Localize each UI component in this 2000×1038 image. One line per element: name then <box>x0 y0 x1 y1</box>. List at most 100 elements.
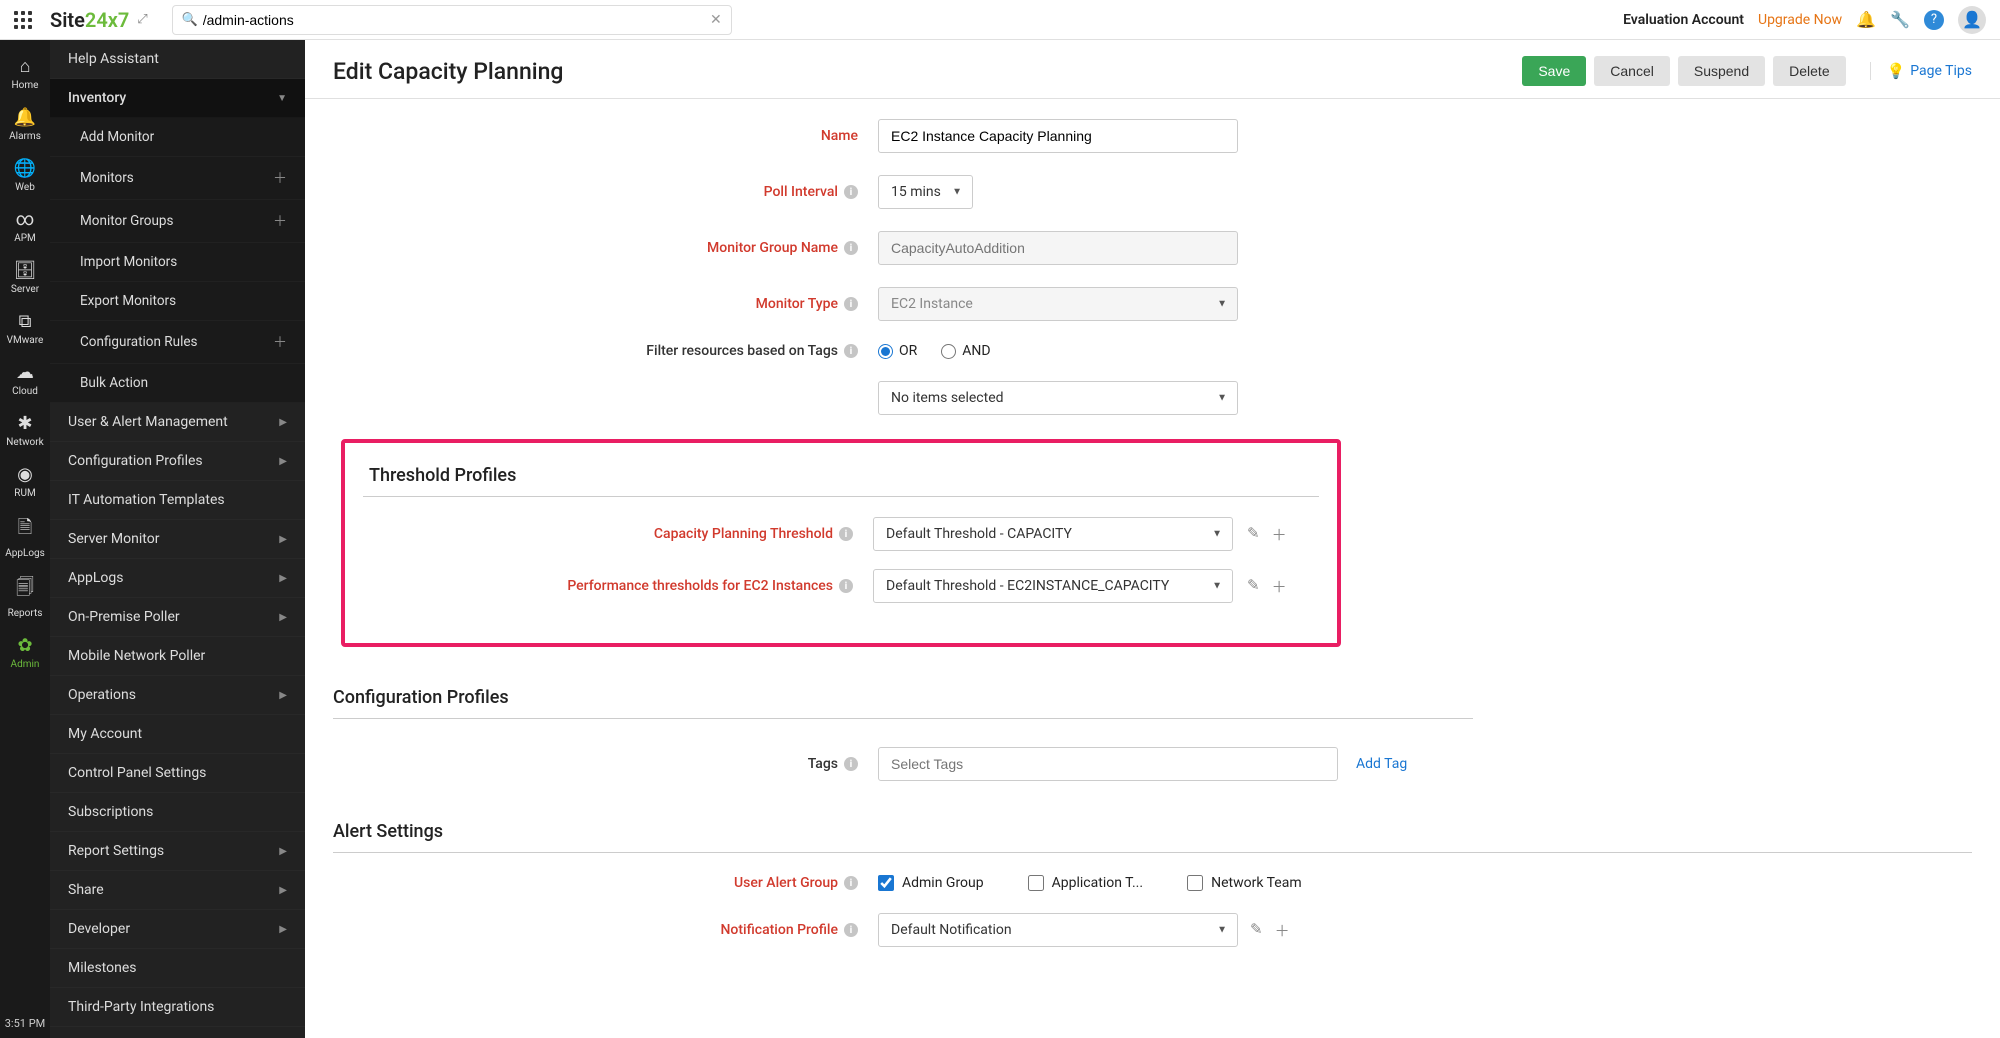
sidebar-item-applogs[interactable]: AppLogs▶ <box>50 559 305 598</box>
delete-button[interactable]: Delete <box>1773 56 1845 86</box>
sidebar-item-monitor-groups[interactable]: Monitor Groups＋ <box>50 200 305 243</box>
rail-item-admin[interactable]: ✿Admin <box>0 627 50 678</box>
capacity-threshold-select[interactable]: Default Threshold - CAPACITY▼ <box>873 517 1233 551</box>
monitor-type-label: Monitor Type i <box>333 296 878 312</box>
sidebar-item-mobile-network-poller[interactable]: Mobile Network Poller <box>50 637 305 676</box>
rail-item-alarms[interactable]: 🔔Alarms <box>0 99 50 150</box>
search-input[interactable] <box>172 5 732 35</box>
chevron-right-icon: ▶ <box>279 456 287 467</box>
network-team-checkbox[interactable]: Network Team <box>1187 875 1302 891</box>
help-icon[interactable]: ? <box>1924 10 1944 30</box>
name-input[interactable] <box>878 119 1238 153</box>
avatar[interactable]: 👤 <box>1958 6 1986 34</box>
plus-icon[interactable]: ＋ <box>1275 920 1290 941</box>
sidebar-item-control-panel-settings[interactable]: Control Panel Settings <box>50 754 305 793</box>
sidebar-item-inventory[interactable]: Inventory▼ <box>50 79 305 118</box>
global-search: 🔍 ✕ <box>172 5 732 35</box>
rail-item-server[interactable]: 🗄Server <box>0 252 50 303</box>
tags-input[interactable] <box>878 747 1338 781</box>
chevron-down-icon: ▼ <box>1212 581 1222 592</box>
info-icon[interactable]: i <box>844 757 858 771</box>
performance-threshold-select[interactable]: Default Threshold - EC2INSTANCE_CAPACITY… <box>873 569 1233 603</box>
sidebar-item-bulk-action[interactable]: Bulk Action <box>50 364 305 403</box>
filter-and-radio[interactable]: AND <box>941 343 990 359</box>
plus-icon[interactable]: ＋ <box>273 168 287 188</box>
notification-icon[interactable]: 🔔 <box>1856 10 1876 29</box>
sidebar-item-configuration-rules[interactable]: Configuration Rules＋ <box>50 321 305 364</box>
info-icon[interactable]: i <box>844 185 858 199</box>
suspend-button[interactable]: Suspend <box>1678 56 1765 86</box>
rail-item-applogs[interactable]: 🗎AppLogs <box>0 507 50 567</box>
sidebar-item-add-monitor[interactable]: Add Monitor <box>50 118 305 157</box>
info-icon[interactable]: i <box>844 344 858 358</box>
sidebar-item-import-monitors[interactable]: Import Monitors <box>50 243 305 282</box>
sidebar-item-configuration-profiles[interactable]: Configuration Profiles▶ <box>50 442 305 481</box>
sidebar-item-help-assistant[interactable]: Help Assistant <box>50 40 305 79</box>
upgrade-link[interactable]: Upgrade Now <box>1758 12 1842 28</box>
wrench-icon[interactable]: 🔧 <box>1890 10 1910 29</box>
sidebar-item-my-account[interactable]: My Account <box>50 715 305 754</box>
chevron-down-icon: ▼ <box>1217 299 1227 310</box>
plus-icon[interactable]: ＋ <box>273 332 287 352</box>
page-tips[interactable]: 💡 Page Tips <box>1870 62 1972 80</box>
rail-item-rum[interactable]: ◉RUM <box>0 456 50 507</box>
alert-settings-title: Alert Settings <box>333 821 1972 852</box>
sidebar-item-developer[interactable]: Developer ▶ <box>50 910 305 949</box>
rum-icon: ◉ <box>17 464 33 485</box>
info-icon[interactable]: i <box>844 876 858 890</box>
sidebar-item-label: Help Assistant <box>68 51 159 67</box>
clear-search-icon[interactable]: ✕ <box>710 12 722 28</box>
sidebar-item-report-settings[interactable]: Report Settings▶ <box>50 832 305 871</box>
sidebar-item-label: User & Alert Management <box>68 414 228 430</box>
info-icon[interactable]: i <box>844 923 858 937</box>
filter-or-radio[interactable]: OR <box>878 343 917 359</box>
logo[interactable]: Site24x7 <box>50 8 129 32</box>
page-tips-label: Page Tips <box>1910 63 1972 79</box>
info-icon[interactable]: i <box>839 527 853 541</box>
rail-label: Reports <box>8 608 43 619</box>
plus-icon[interactable]: ＋ <box>273 211 287 231</box>
rail-item-vmware[interactable]: ⧉VMware <box>0 303 50 354</box>
sidebar-item-user-alert-management[interactable]: User & Alert Management▶ <box>50 403 305 442</box>
notification-profile-select[interactable]: Default Notification▼ <box>878 913 1238 947</box>
sidebar-item-operations[interactable]: Operations▶ <box>50 676 305 715</box>
info-icon[interactable]: i <box>839 579 853 593</box>
rail-item-network[interactable]: ✱Network <box>0 405 50 456</box>
info-icon[interactable]: i <box>844 297 858 311</box>
save-button[interactable]: Save <box>1522 56 1586 86</box>
sidebar-item-share[interactable]: Share▶ <box>50 871 305 910</box>
expand-icon[interactable]: ⤢ <box>137 12 147 27</box>
plus-icon[interactable]: ＋ <box>1272 576 1287 597</box>
cancel-button[interactable]: Cancel <box>1594 56 1670 86</box>
network-icon: ✱ <box>17 413 32 434</box>
sidebar-item-on-premise-poller[interactable]: On-Premise Poller▶ <box>50 598 305 637</box>
tags-filter-select[interactable]: No items selected▼ <box>878 381 1238 415</box>
sidebar-item-it-automation-templates[interactable]: IT Automation Templates <box>50 481 305 520</box>
rail-item-home[interactable]: ⌂Home <box>0 48 50 99</box>
edit-icon[interactable]: ✎ <box>1250 920 1263 941</box>
admin-group-checkbox[interactable]: Admin Group <box>878 875 984 891</box>
sidebar-item-server-monitor[interactable]: Server Monitor▶ <box>50 520 305 559</box>
rail-item-reports[interactable]: 🗐Reports <box>0 567 50 627</box>
sidebar-item-third-party-integrations[interactable]: Third-Party Integrations <box>50 988 305 1027</box>
sidebar-item-milestones[interactable]: Milestones <box>50 949 305 988</box>
sidebar-item-export-monitors[interactable]: Export Monitors <box>50 282 305 321</box>
sidebar-item-monitors[interactable]: Monitors ＋ <box>50 157 305 200</box>
rail-item-apm[interactable]: ∞APM <box>0 201 50 252</box>
poll-interval-select[interactable]: 15 mins▼ <box>878 175 973 209</box>
plus-icon[interactable]: ＋ <box>1272 524 1287 545</box>
apps-menu-icon[interactable] <box>14 11 32 29</box>
sidebar-item-subscriptions[interactable]: Subscriptions <box>50 793 305 832</box>
sidebar-item-label: Monitors <box>80 170 134 186</box>
edit-icon[interactable]: ✎ <box>1247 524 1260 545</box>
edit-icon[interactable]: ✎ <box>1247 576 1260 597</box>
sidebar-item-label: Developer <box>68 921 130 937</box>
cloud-icon: ☁ <box>16 362 34 383</box>
rail-item-cloud[interactable]: ☁Cloud <box>0 354 50 405</box>
sidebar-item-label: Export Monitors <box>80 293 176 309</box>
application-group-checkbox[interactable]: Application T... <box>1028 875 1143 891</box>
chevron-right-icon: ▶ <box>279 924 287 935</box>
rail-item-web[interactable]: 🌐Web <box>0 150 50 201</box>
info-icon[interactable]: i <box>844 241 858 255</box>
add-tag-link[interactable]: Add Tag <box>1356 756 1407 772</box>
